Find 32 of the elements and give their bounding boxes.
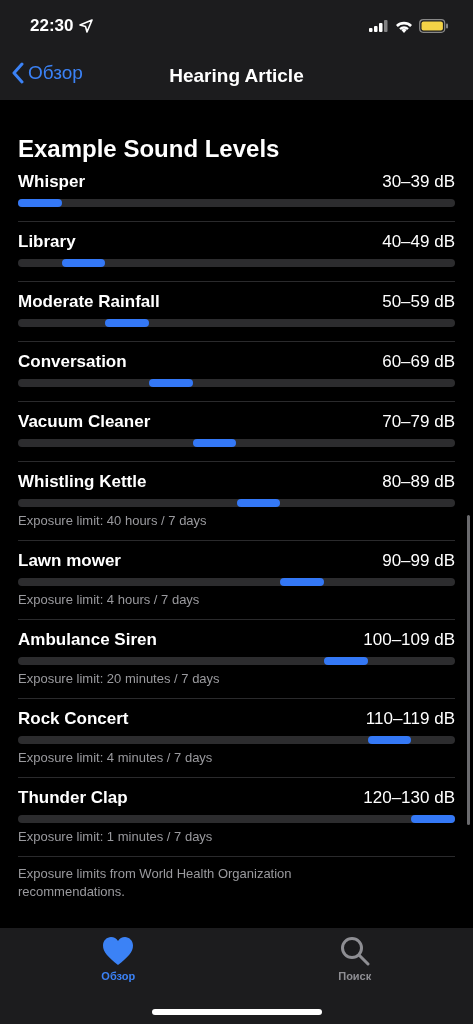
exposure-limit: Exposure limit: 4 hours / 7 days: [18, 592, 201, 608]
sound-name: Whistling Kettle: [18, 472, 147, 492]
sound-name: Ambulance Siren: [18, 630, 157, 650]
sound-name: Thunder Clap: [18, 788, 128, 808]
section-title: Example Sound Levels: [18, 134, 281, 164]
footnote: Exposure limits from World Health Organization recommendations.: [18, 865, 293, 901]
tab-item[interactable]: Обзор: [0, 928, 237, 1024]
sound-name: Conversation: [18, 352, 127, 372]
decibel-range: 80–89 dB: [382, 472, 455, 492]
exposure-limit: Exposure limit: 40 hours / 7 days: [18, 513, 208, 529]
exposure-limit: Exposure limit: 20 minutes / 7 days: [18, 671, 221, 687]
decibel-range: 40–49 dB: [382, 232, 455, 252]
sound-name: Vacuum Cleaner: [18, 412, 151, 432]
status-time: 22:30: [30, 16, 74, 36]
exposure-limit: Exposure limit: 4 minutes / 7 days: [18, 750, 214, 766]
decibel-range: 50–59 dB: [382, 292, 455, 312]
decibel-range: 100–109 dB: [363, 630, 455, 650]
decibel-range: 120–130 dB: [363, 788, 455, 808]
sound-name: Library: [18, 232, 76, 252]
decibel-range: 60–69 dB: [382, 352, 455, 372]
sound-name: Moderate Rainfall: [18, 292, 160, 312]
back-button[interactable]: Обзор: [12, 62, 83, 84]
sound-name: Rock Concert: [18, 709, 129, 729]
nav-title: Hearing Article: [169, 65, 304, 87]
decibel-range: 70–79 dB: [382, 412, 455, 432]
tab-item[interactable]: Поиск: [236, 928, 473, 1024]
sound-name: Lawn mower: [18, 551, 121, 571]
sound-name: Whisper: [18, 172, 86, 192]
decibel-range: 30–39 dB: [382, 172, 455, 192]
decibel-range: 110–119 dB: [365, 709, 455, 729]
exposure-limit: Exposure limit: 1 minutes / 7 days: [18, 829, 214, 845]
decibel-range: 90–99 dB: [382, 551, 455, 571]
